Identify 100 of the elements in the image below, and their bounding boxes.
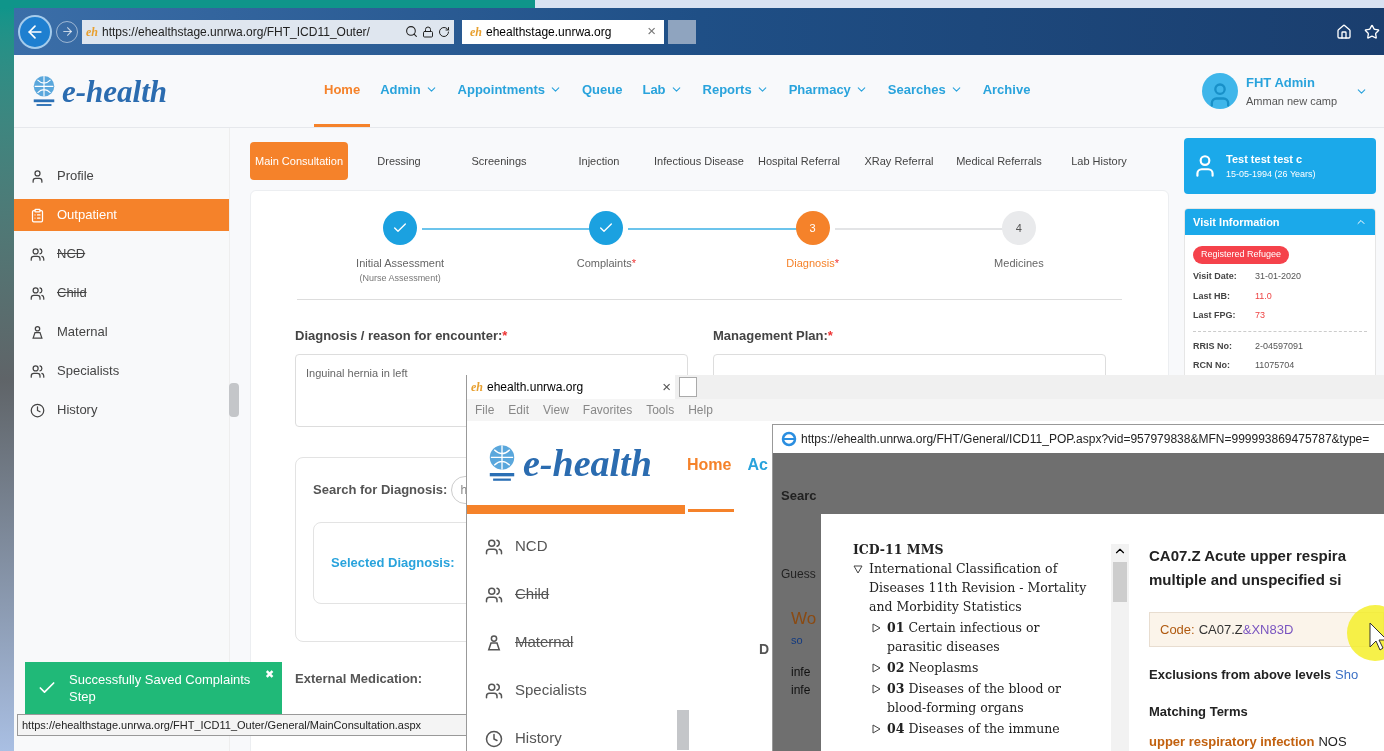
diagnosis-title: CA07.Z Acute upper respira bbox=[1149, 546, 1347, 566]
sidebar-item[interactable]: Child bbox=[14, 277, 229, 309]
new-tab-button[interactable] bbox=[668, 19, 696, 44]
matching-term: upper respiratory infection bbox=[1149, 732, 1315, 751]
sidebar-item[interactable]: Specialists bbox=[485, 678, 587, 703]
scrollbar[interactable] bbox=[1111, 544, 1129, 751]
users-icon bbox=[485, 537, 503, 556]
triangle-right-icon[interactable] bbox=[871, 663, 881, 673]
result-title: Wo bbox=[791, 608, 817, 630]
popup-url: https://ehealth.unrwa.org/FHT/General/ICD11_POP.aspx?vid=957979838&MFN=999993869475787&type= bbox=[801, 431, 1370, 448]
consultation-tab[interactable]: Dressing bbox=[350, 142, 448, 180]
triangle-right-icon[interactable] bbox=[871, 623, 881, 633]
e-health-logo: e-health bbox=[523, 443, 652, 482]
triangle-right-icon[interactable] bbox=[871, 684, 881, 694]
triangle-down-icon[interactable] bbox=[853, 564, 863, 574]
refresh-icon[interactable] bbox=[438, 25, 450, 38]
consultation-tab[interactable]: Infectious Disease bbox=[650, 142, 748, 180]
person-icon bbox=[485, 633, 503, 652]
arrow-right-icon bbox=[60, 25, 74, 38]
collapse-handle[interactable] bbox=[229, 383, 239, 417]
consultation-tab[interactable]: XRay Referral bbox=[850, 142, 948, 180]
collapse-handle[interactable] bbox=[677, 710, 689, 750]
patient-name: Test test test c bbox=[1226, 152, 1304, 167]
status-badge: Registered Refugee bbox=[1193, 246, 1290, 264]
sidebar-item[interactable]: NCD bbox=[14, 238, 229, 270]
step-label: Diagnosis bbox=[786, 256, 835, 271]
info-value: 11075704 bbox=[1255, 359, 1295, 372]
sidebar-item[interactable]: Child bbox=[485, 582, 550, 607]
field-label: Search for Diagnosis: bbox=[313, 480, 448, 499]
consultation-tab[interactable]: Lab History bbox=[1050, 142, 1148, 180]
status-url-tooltip: https://ehealthstage.unrwa.org/FHT_ICD11_Outer/General/MainConsultation.aspx bbox=[17, 714, 467, 736]
browser-tab[interactable]: eh ehealth.unrwa.org × bbox=[467, 375, 675, 399]
clock-icon bbox=[485, 729, 503, 748]
info-value: 31-01-2020 bbox=[1255, 270, 1302, 283]
clipboard-icon bbox=[30, 207, 45, 223]
guess-label: Guess bbox=[781, 567, 816, 581]
consultation-tab[interactable]: Medical Referrals bbox=[950, 142, 1048, 180]
sidebar-item[interactable]: Specialists bbox=[14, 355, 229, 387]
required-mark: * bbox=[834, 256, 839, 271]
required-mark: * bbox=[827, 327, 833, 345]
tree-node[interactable]: 01 Certain infectious or parasitic diseases bbox=[887, 618, 1077, 656]
matching-term-suffix: NOS bbox=[1318, 732, 1347, 751]
address-bar[interactable]: eh https://ehealthstage.unrwa.org/FHT_ICD11_Outer/ bbox=[82, 19, 454, 44]
consultation-tab[interactable]: Hospital Referral bbox=[750, 142, 848, 180]
diagnosis-title: multiple and unspecified si bbox=[1149, 570, 1343, 590]
back-button[interactable] bbox=[18, 14, 52, 49]
step-label: Initial Assessment bbox=[356, 256, 445, 271]
show-link[interactable]: Sho bbox=[1335, 664, 1359, 684]
info-value: 2-04597091 bbox=[1255, 339, 1304, 353]
step-label: Complaints bbox=[576, 256, 632, 271]
close-tab-button[interactable]: × bbox=[662, 375, 671, 399]
address-text: https://ehealthstage.unrwa.org/FHT_ICD11_Outer/ bbox=[102, 23, 371, 41]
consultation-tab[interactable]: Injection bbox=[550, 142, 648, 180]
info-value: 73 bbox=[1255, 309, 1265, 322]
result-text: infe bbox=[791, 664, 811, 681]
users-icon bbox=[485, 585, 503, 604]
users-icon bbox=[30, 363, 45, 379]
users-icon bbox=[30, 285, 45, 301]
search-icon[interactable] bbox=[405, 25, 418, 38]
step-label: Medicines bbox=[994, 256, 1044, 271]
tree-node[interactable]: International Classification of Diseases 11th Revision - Mortality and Morbidity Statistics bbox=[869, 559, 1094, 616]
triangle-right-icon[interactable] bbox=[871, 724, 881, 734]
sidebar-item[interactable]: NCD bbox=[485, 534, 548, 559]
search-label: Searc bbox=[781, 488, 817, 503]
star-icon[interactable] bbox=[1364, 23, 1380, 40]
user-icon bbox=[30, 168, 45, 184]
close-tab-button[interactable]: × bbox=[647, 20, 656, 43]
field-label: D bbox=[759, 641, 770, 657]
info-label: RRIS No: bbox=[1193, 339, 1233, 353]
patient-dob: 15-05-1994 (26 Years) bbox=[1226, 167, 1316, 181]
consultation-tab[interactable]: Screenings bbox=[450, 142, 548, 180]
required-mark: * bbox=[502, 327, 508, 345]
browser-tab[interactable]: eh ehealthstage.unrwa.org × bbox=[462, 19, 664, 44]
field-label: Diagnosis / reason for encounter: bbox=[295, 327, 503, 345]
site-favicon: eh bbox=[471, 379, 483, 396]
user-name: FHT Admin bbox=[1246, 74, 1316, 92]
clock-icon bbox=[30, 402, 45, 418]
sidebar-item[interactable]: Maternal bbox=[485, 630, 574, 655]
home-icon[interactable] bbox=[1336, 23, 1352, 40]
sidebar-item[interactable]: Profile bbox=[14, 160, 229, 192]
info-value: 11.0 bbox=[1255, 289, 1272, 303]
users-icon bbox=[485, 681, 503, 700]
result-subtitle: so bbox=[791, 632, 804, 648]
sidebar-item[interactable]: History bbox=[14, 394, 229, 426]
tree-node[interactable]: 02 Neoplasms bbox=[887, 658, 1077, 677]
result-text: infe bbox=[791, 682, 811, 699]
sidebar-item[interactable]: Maternal bbox=[14, 316, 229, 348]
sidebar-item[interactable]: History bbox=[485, 726, 562, 751]
site-favicon: eh bbox=[470, 23, 482, 41]
browser-icon bbox=[781, 431, 797, 447]
avatar bbox=[1202, 73, 1238, 109]
tree-node[interactable]: 04 Diseases of the immune bbox=[887, 719, 1077, 738]
tab-title: ehealth.unrwa.org bbox=[487, 379, 585, 396]
scroll-thumb[interactable] bbox=[1113, 562, 1127, 602]
section-heading: Exclusions from above levels bbox=[1149, 665, 1332, 684]
code-label: Code: bbox=[1160, 620, 1195, 639]
e-health-logo: e-health bbox=[62, 75, 168, 107]
field-label: External Medication: bbox=[295, 670, 423, 686]
tree-node[interactable]: 03 Diseases of the blood or blood-forming organs bbox=[887, 679, 1077, 717]
info-label: RCN No: bbox=[1193, 359, 1231, 372]
